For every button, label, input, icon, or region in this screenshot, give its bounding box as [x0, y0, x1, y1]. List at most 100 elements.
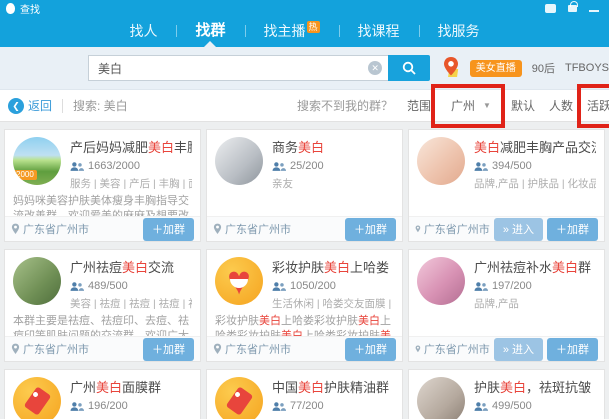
chevron-down-icon: ▼ — [483, 101, 491, 110]
group-avatar — [215, 257, 263, 305]
sort-default[interactable]: 默认 — [511, 97, 535, 114]
minimize-button[interactable] — [589, 10, 599, 12]
group-location-text: 广东省广州市 — [424, 341, 490, 357]
group-title: 广州祛痘补水美白群 — [474, 257, 596, 276]
location-pin-icon — [11, 223, 20, 235]
group-card[interactable]: 广州美白面膜群 196/200 — [4, 369, 201, 419]
location-pin-icon — [415, 343, 421, 355]
back-button[interactable]: ❮ 返回 — [8, 97, 52, 114]
join-group-button[interactable]: ＋加群 — [143, 218, 194, 241]
avatar-badge: 2000 — [13, 170, 37, 180]
live-stream-badge[interactable]: 美女直播 — [470, 60, 522, 77]
tab-find-streamers[interactable]: 找主播热 — [245, 15, 339, 47]
join-group-button[interactable]: ＋加群 — [345, 218, 396, 241]
group-card[interactable]: 中国美白护肤精油群 77/200 — [206, 369, 403, 419]
group-avatar — [417, 257, 465, 305]
sort-activity-label: 活跃度 — [587, 99, 609, 113]
group-card[interactable]: 2000 产后妈妈减肥美白丰胸 1663/2000 服务 | 美容 | 产后 |… — [4, 129, 201, 242]
search-echo: 搜索: 美白 — [73, 97, 128, 114]
members-count: 25/200 — [290, 160, 324, 172]
members-icon — [272, 401, 286, 412]
group-location: 广东省广州市 — [11, 341, 139, 357]
group-desc: 妈妈咪美容护肤美体瘦身丰胸指导交流改善群，欢迎爱美的麻麻及想要改善的肌肤问的进群… — [5, 191, 200, 216]
group-location-text: 广东省广州市 — [424, 221, 490, 237]
results-area: 2000 产后妈妈减肥美白丰胸 1663/2000 服务 | 美容 | 产后 |… — [0, 123, 609, 419]
lock-icon[interactable] — [568, 5, 577, 12]
group-card[interactable]: 广州祛痘补水美白群 197/200 品牌,产品 广东省广州市 » 进入 ＋加群 — [408, 249, 605, 362]
card-footer: 广东省广州市 ＋加群 — [207, 216, 402, 241]
location-pin-icon — [415, 223, 421, 235]
group-avatar: 2000 — [13, 137, 61, 185]
group-members: 197/200 — [474, 280, 596, 292]
tab-find-groups[interactable]: 找群 — [176, 15, 244, 47]
nav-tabs: 找人 找群 找主播热 找课程 找服务 — [0, 15, 609, 47]
enter-group-button[interactable]: » 进入 — [494, 218, 543, 241]
enter-group-button[interactable]: » 进入 — [494, 338, 543, 361]
members-count: 489/500 — [88, 280, 128, 292]
cant-find-group-link[interactable]: 搜索不到我的群？ — [297, 97, 393, 114]
tab-find-courses[interactable]: 找课程 — [339, 15, 419, 47]
members-count: 196/200 — [88, 400, 128, 412]
feedback-icon[interactable] — [545, 4, 556, 13]
group-location: 广东省广州市 — [415, 341, 490, 357]
card-footer: 广东省广州市 ＋加群 — [207, 336, 402, 361]
group-tags: 生活休闲 | 哈娄交友面膜 | 哈娄星… — [272, 296, 394, 311]
search-button[interactable] — [388, 55, 430, 81]
group-avatar — [215, 377, 263, 419]
join-group-button[interactable]: ＋加群 — [547, 338, 598, 361]
search-icon — [401, 60, 417, 76]
group-location-text: 广东省广州市 — [23, 221, 89, 237]
group-location: 广东省广州市 — [213, 341, 341, 357]
group-members: 25/200 — [272, 160, 394, 172]
group-tags: 亲友 — [272, 176, 394, 191]
group-card[interactable]: 彩妆护肤美白上哈娄 1050/200 生活休闲 | 哈娄交友面膜 | 哈娄星… … — [206, 249, 403, 362]
back-label: 返回 — [28, 97, 52, 114]
group-members: 489/500 — [70, 280, 192, 292]
card-footer: 广东省广州市 » 进入 ＋加群 — [409, 336, 604, 361]
location-pin-icon — [213, 223, 222, 235]
group-members: 394/500 — [474, 160, 596, 172]
join-group-button[interactable]: ＋加群 — [547, 218, 598, 241]
members-icon — [474, 401, 488, 412]
members-icon — [474, 161, 488, 172]
join-group-button[interactable]: ＋加群 — [143, 338, 194, 361]
search-section: ✕ 美女直播 90后 TFBOYS — [0, 47, 609, 90]
group-members: 1050/200 — [272, 280, 394, 292]
group-title: 彩妆护肤美白上哈娄 — [272, 257, 394, 276]
sort-activity[interactable]: 活跃度 — [587, 97, 609, 114]
tab-find-streamers-label: 找主播 — [264, 23, 306, 39]
location-shortcut-icon[interactable] — [442, 56, 462, 80]
group-tags: 品牌,产品 | 护肤品 | 化妆品 | 香水… — [474, 176, 596, 191]
hot-badge: 热 — [307, 21, 320, 33]
region-dropdown[interactable]: 广州 ▼ — [445, 95, 497, 116]
members-count: 77/200 — [290, 400, 324, 412]
join-group-button[interactable]: ＋加群 — [345, 338, 396, 361]
card-footer: 广东省广州市 ＋加群 — [5, 336, 200, 361]
location-pin-icon — [213, 343, 222, 355]
group-title: 产后妈妈减肥美白丰胸 — [70, 137, 192, 156]
group-location-text: 广东省广州市 — [225, 221, 291, 237]
members-icon — [70, 401, 84, 412]
members-count: 197/200 — [492, 280, 532, 292]
region-dropdown-value: 广州 — [451, 97, 475, 114]
members-count: 394/500 — [492, 160, 532, 172]
members-icon — [70, 281, 84, 292]
group-location-text: 广东省广州市 — [23, 341, 89, 357]
group-card[interactable]: 美白减肥丰胸产品交流 394/500 品牌,产品 | 护肤品 | 化妆品 | 香… — [408, 129, 605, 242]
window-controls — [545, 4, 603, 13]
group-location-text: 广东省广州市 — [225, 341, 291, 357]
tab-find-services[interactable]: 找服务 — [419, 15, 499, 47]
search-input[interactable] — [88, 55, 388, 81]
tab-find-people[interactable]: 找人 — [110, 15, 176, 47]
sort-members[interactable]: 人数 — [549, 97, 573, 114]
group-avatar — [215, 137, 263, 185]
group-members: 77/200 — [272, 400, 394, 412]
card-footer: 广东省广州市 ＋加群 — [5, 216, 200, 241]
group-avatar — [417, 137, 465, 185]
group-card[interactable]: 护肤美白，祛斑抗皱 499/500 — [408, 369, 605, 419]
hot-link-tfboys[interactable]: TFBOYS — [565, 62, 609, 74]
group-card[interactable]: 广州祛痘美白交流 489/500 美容 | 祛痘 | 祛痘 | 祛痘 | 祛痘 … — [4, 249, 201, 362]
group-tags: 品牌,产品 — [474, 296, 596, 311]
group-card[interactable]: 商务美白 25/200 亲友 广东省广州市 ＋加群 — [206, 129, 403, 242]
hot-link-90s[interactable]: 90后 — [532, 60, 555, 76]
